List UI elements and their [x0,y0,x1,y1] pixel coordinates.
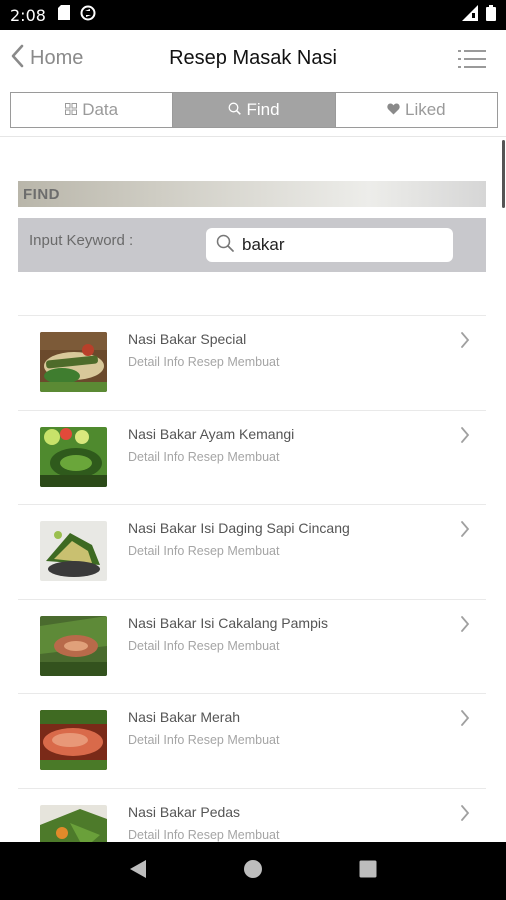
signal-icon [462,4,478,26]
item-title: Nasi Bakar Isi Daging Sapi Cincang [128,520,350,536]
system-nav-bar [0,842,506,900]
chevron-left-icon [10,44,24,73]
item-subtitle: Detail Info Resep Membuat [128,544,280,558]
tab-find[interactable]: Find [172,93,335,127]
tab-liked-label: Liked [405,100,446,119]
scrollbar[interactable] [502,140,505,208]
item-title: Nasi Bakar Merah [128,709,241,725]
search-panel: Input Keyword : [18,218,486,272]
home-circle-icon [243,859,263,884]
recipe-thumbnail [40,332,107,392]
item-title: Nasi Bakar Special [128,331,247,347]
chevron-right-icon [460,521,470,542]
tab-liked[interactable]: Liked [334,93,497,127]
back-triangle-icon [129,859,147,884]
status-left-icons [57,5,96,26]
segment-tabs: Data Find Liked [10,92,498,128]
item-title: Nasi Bakar Ayam Kemangi [128,425,295,442]
battery-icon [486,4,496,26]
recents-square-icon [359,860,377,883]
list-item[interactable]: Nasi Bakar Merah Detail Info Resep Membu… [18,693,486,788]
tab-find-label: Find [246,100,280,119]
search-box[interactable] [206,228,453,262]
search-icon [216,234,234,257]
item-subtitle: Detail Info Resep Membuat [128,449,280,464]
item-subtitle: Detail Info Resep Membuat [128,827,280,842]
recipe-thumbnail [40,710,107,770]
search-label: Input Keyword : [29,232,134,249]
list-item[interactable]: Nasi Bakar Ayam Kemangi Detail Info Rese… [18,409,486,505]
list-item[interactable]: Nasi Bakar Isi Cakalang Pampis Detail In… [18,598,486,694]
status-time: 2:08 [10,5,46,25]
list-item[interactable]: Nasi Bakar Special Detail Info Resep Mem… [18,315,486,410]
recipe-thumbnail [40,615,107,676]
chevron-right-icon [460,804,470,826]
nav-recents-button[interactable] [348,851,388,891]
nav-back-button[interactable] [118,851,158,891]
recipe-thumbnail [40,426,107,487]
app-screen: 2:08 Home Resep Masak Nasi Data Find Lik… [0,0,506,900]
back-label: Home [30,47,84,69]
search-icon [228,100,242,120]
chevron-right-icon [460,710,470,731]
grid-icon [65,100,78,120]
chevron-right-icon [460,332,470,353]
tab-data[interactable]: Data [11,93,173,127]
item-subtitle: Detail Info Resep Membuat [128,638,280,653]
tab-data-label: Data [82,100,119,119]
recipe-thumbnail [40,521,107,581]
search-input[interactable] [242,235,432,255]
header-divider [0,136,506,137]
menu-button[interactable] [458,49,486,74]
chevron-right-icon [460,426,470,448]
sync-icon [80,5,96,26]
find-section-header: FIND [18,181,486,207]
nav-home-button[interactable] [233,851,273,891]
find-section-title: FIND [23,185,60,203]
sd-card-icon [57,5,70,25]
chevron-right-icon [460,615,470,637]
item-title: Nasi Bakar Pedas [128,803,241,820]
list-item[interactable]: Nasi Bakar Isi Daging Sapi Cincang Detai… [18,504,486,599]
list-menu-icon [458,50,486,73]
status-right-icons [462,4,496,26]
item-subtitle: Detail Info Resep Membuat [128,733,280,747]
item-subtitle: Detail Info Resep Membuat [128,355,280,369]
item-title: Nasi Bakar Isi Cakalang Pampis [128,614,328,631]
results-list: Nasi Bakar Special Detail Info Resep Mem… [18,315,486,882]
back-button[interactable]: Home [10,44,83,73]
status-bar: 2:08 [0,0,506,30]
app-header: Home Resep Masak Nasi [0,30,506,86]
heart-icon [387,100,400,120]
